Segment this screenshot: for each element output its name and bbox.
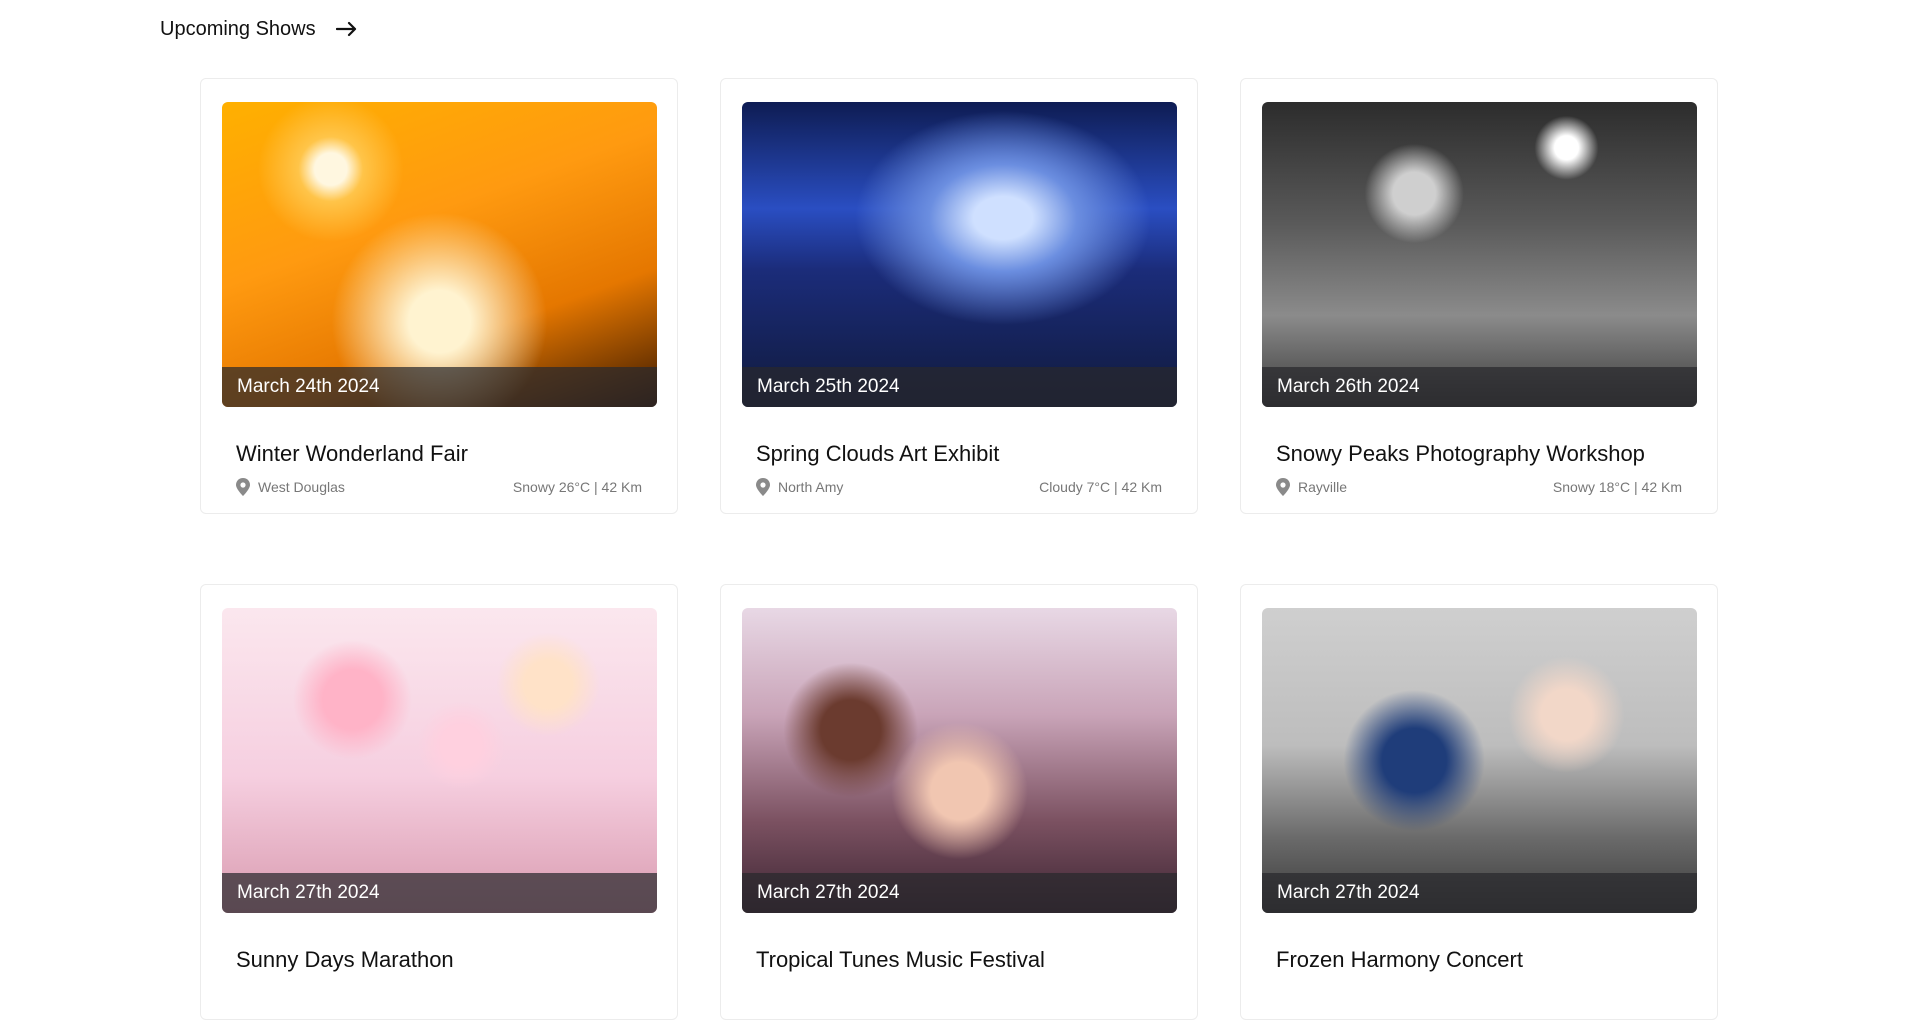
location-text: Rayville: [1298, 479, 1348, 495]
show-title[interactable]: Spring Clouds Art Exhibit: [756, 441, 999, 467]
show-title[interactable]: Snowy Peaks Photography Workshop: [1276, 441, 1645, 467]
show-image: March 26th 2024: [1262, 102, 1697, 407]
show-card[interactable]: March 27th 2024 Frozen Harmony Concert: [1240, 584, 1718, 1020]
show-card[interactable]: March 25th 2024 Spring Clouds Art Exhibi…: [720, 78, 1198, 514]
show-date: March 27th 2024: [1262, 873, 1697, 913]
show-title[interactable]: Sunny Days Marathon: [236, 947, 454, 973]
arrow-right-icon[interactable]: [335, 21, 358, 37]
show-date: March 27th 2024: [222, 873, 657, 913]
show-image: March 27th 2024: [742, 608, 1177, 913]
weather-distance: Cloudy 7°C | 42 Km: [1039, 479, 1162, 495]
map-pin-icon: [236, 478, 250, 496]
show-location: Rayville: [1276, 478, 1347, 496]
show-location: West Douglas: [236, 478, 345, 496]
show-title[interactable]: Frozen Harmony Concert: [1276, 947, 1523, 973]
show-card[interactable]: March 26th 2024 Snowy Peaks Photography …: [1240, 78, 1718, 514]
location-text: North Amy: [778, 479, 844, 495]
show-location: North Amy: [756, 478, 843, 496]
show-date: March 25th 2024: [742, 367, 1177, 407]
show-image: March 24th 2024: [222, 102, 657, 407]
weather-distance: Snowy 18°C | 42 Km: [1552, 479, 1682, 495]
show-image: March 27th 2024: [1262, 608, 1697, 913]
location-text: West Douglas: [258, 479, 345, 495]
show-card[interactable]: March 24th 2024 Winter Wonderland Fair W…: [200, 78, 678, 514]
show-meta: Rayville Snowy 18°C | 42 Km: [1276, 477, 1682, 497]
show-card[interactable]: March 27th 2024 Tropical Tunes Music Fes…: [720, 584, 1198, 1020]
show-meta: North Amy Cloudy 7°C | 42 Km: [756, 477, 1162, 497]
show-meta: West Douglas Snowy 26°C | 42 Km: [236, 477, 642, 497]
map-pin-icon: [756, 478, 770, 496]
show-date: March 27th 2024: [742, 873, 1177, 913]
weather-distance: Snowy 26°C | 42 Km: [512, 479, 642, 495]
section-title: Upcoming Shows: [160, 17, 316, 40]
show-image: March 27th 2024: [222, 608, 657, 913]
show-card[interactable]: March 27th 2024 Sunny Days Marathon: [200, 584, 678, 1020]
shows-grid: March 24th 2024 Winter Wonderland Fair W…: [200, 78, 1720, 1020]
show-title[interactable]: Tropical Tunes Music Festival: [756, 947, 1045, 973]
show-image: March 25th 2024: [742, 102, 1177, 407]
show-date: March 24th 2024: [222, 367, 657, 407]
show-title[interactable]: Winter Wonderland Fair: [236, 441, 468, 467]
section-header[interactable]: Upcoming Shows: [160, 14, 358, 44]
show-date: March 26th 2024: [1262, 367, 1697, 407]
map-pin-icon: [1276, 478, 1290, 496]
